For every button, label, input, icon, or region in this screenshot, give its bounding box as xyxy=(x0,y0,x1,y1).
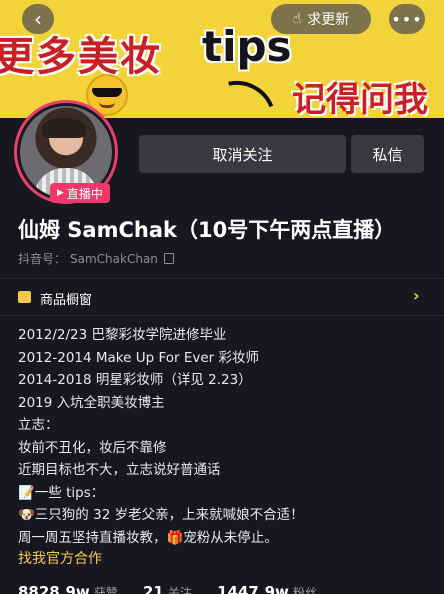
business-cooperation-link[interactable]: 找我官方合作 xyxy=(18,548,102,568)
bio-line: 妆前不丑化，妆后不靠修 xyxy=(18,439,167,456)
more-icon: ••• xyxy=(391,9,423,29)
likes-label: 获赞 xyxy=(93,586,118,594)
live-badge[interactable]: ▶ 直播中 xyxy=(50,183,110,203)
more-button[interactable]: ••• xyxy=(389,4,425,34)
request-update-label: 求更新 xyxy=(307,12,350,28)
request-update-button[interactable]: ☝ 求更新 xyxy=(271,4,371,34)
divider xyxy=(0,315,444,316)
douyin-id: 抖音号： SamChakChan xyxy=(18,250,174,267)
likes-count: 8828.9w xyxy=(18,583,90,594)
shop-icon xyxy=(18,291,31,303)
live-badge-label: 直播中 xyxy=(66,186,103,201)
banner-text-right: 记得问我 xyxy=(292,80,428,118)
bio-line: 近期目标也不大，立志说好普通话 xyxy=(18,462,221,478)
unfollow-button[interactable]: 取消关注 xyxy=(139,135,346,173)
message-button[interactable]: 私信 xyxy=(351,135,424,173)
shop-window-row[interactable]: 商品橱窗 › xyxy=(0,279,444,315)
douyin-id-value: SamChakChan xyxy=(70,251,158,266)
bio-line: 2019 入坑全职美妆博主 xyxy=(18,394,165,411)
bio-line: 2014-2018 明星彩妆师（详见 2.23） xyxy=(18,372,252,388)
profile-stats: 8828.9w 获赞 21 关注 1447.9w 粉丝 xyxy=(18,583,337,594)
bio-line: 📝一些 tips： xyxy=(18,484,105,501)
bio: 2012/2/23 巴黎彩妆学院进修毕业 2012-2014 Make Up F… xyxy=(18,324,438,549)
bio-line: 2012/2/23 巴黎彩妆学院进修毕业 xyxy=(18,327,227,343)
hand-icon: ☝ xyxy=(292,11,302,27)
shop-window-label: 商品橱窗 xyxy=(40,293,93,308)
profile-name: 仙姆 SamChak（10号下午两点直播） xyxy=(18,218,396,242)
bio-line: 2012-2014 Make Up For Ever 彩妆师 xyxy=(18,349,260,366)
following-label[interactable]: 关注 xyxy=(168,586,192,594)
douyin-id-label: 抖音号： xyxy=(18,252,67,266)
play-icon: ▶ xyxy=(57,188,64,198)
bio-line: 立志： xyxy=(18,417,59,433)
followers-label[interactable]: 粉丝 xyxy=(293,586,317,594)
back-button[interactable]: ‹ xyxy=(22,4,54,34)
chevron-left-icon: ‹ xyxy=(34,7,42,31)
banner-text-left: 更多美妆 xyxy=(0,34,162,80)
arrow-decoration xyxy=(196,69,286,118)
copy-icon[interactable] xyxy=(163,253,174,264)
bio-line: 周一周五坚持直播妆教，🎁宠粉从未停止。 xyxy=(18,529,278,546)
following-count[interactable]: 21 xyxy=(143,583,164,594)
followers-count[interactable]: 1447.9w xyxy=(217,583,289,594)
bio-line: 🐶三只狗的 32 岁老父亲，上来就喊娘不合适！ xyxy=(18,507,304,523)
chevron-right-icon: › xyxy=(413,286,420,305)
